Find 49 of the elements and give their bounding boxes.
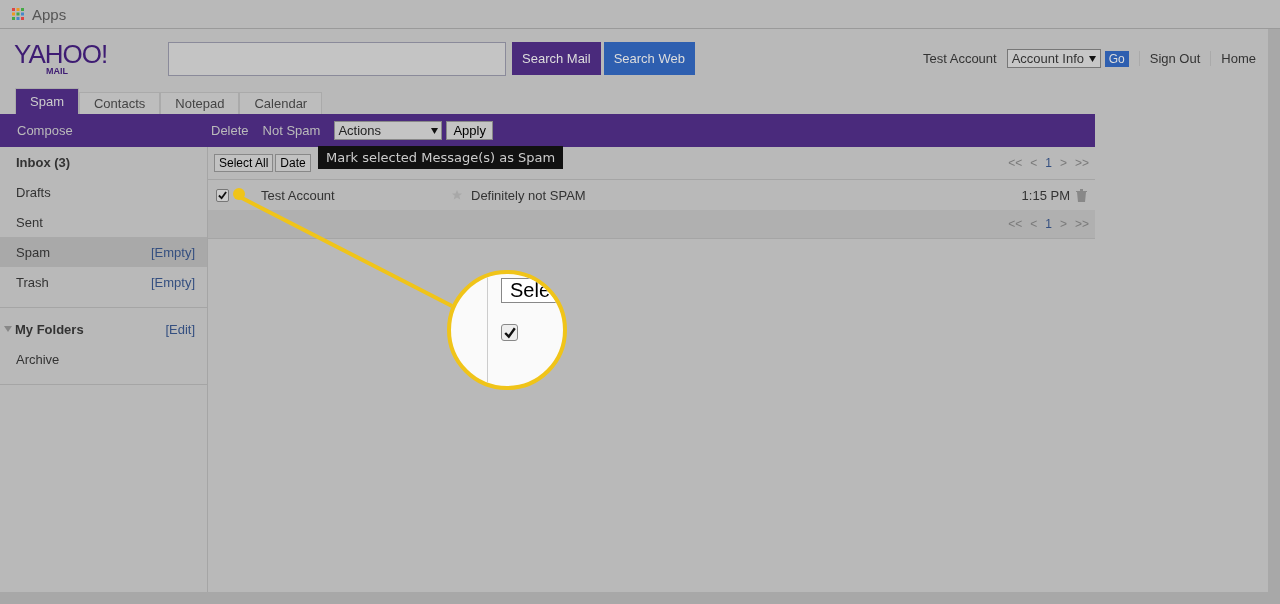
message-sender: Test Account (261, 187, 336, 203)
folder-item[interactable]: Inbox (3) (0, 147, 207, 177)
folder-item[interactable]: Sent (0, 207, 207, 237)
pager-link[interactable]: 1 (1045, 156, 1052, 170)
apply-button[interactable]: Apply (446, 121, 493, 140)
tab[interactable]: Calendar (239, 92, 323, 114)
message-subject: Definitely not SPAM (471, 187, 586, 203)
dropdown-arrow-icon (431, 127, 439, 134)
toolbar-action[interactable]: Not Spam (262, 123, 321, 138)
tab[interactable]: Contacts (78, 92, 161, 114)
toolbar-action[interactable]: Delete (211, 123, 249, 138)
apps-label[interactable]: Apps (32, 5, 67, 23)
empty-link[interactable]: [Empty] (150, 274, 195, 290)
apps-grid-icon[interactable] (12, 8, 24, 20)
checkbox[interactable] (216, 188, 229, 202)
header-link[interactable]: Home (1210, 51, 1256, 66)
compose-link[interactable]: Compose (0, 123, 211, 138)
folder-name: Sent (16, 214, 43, 230)
section-title: My Folders (15, 321, 84, 337)
folder-item[interactable]: Trash [Empty] (0, 267, 207, 297)
yahoo-mail-logo[interactable]: YAHOO! MAIL (14, 41, 168, 76)
actions-dropdown[interactable]: Actions (334, 121, 443, 140)
go-button[interactable]: Go (1104, 50, 1129, 67)
pager-link[interactable]: 1 (1045, 217, 1052, 231)
tab[interactable]: Spam (15, 88, 79, 114)
folder-name: Trash (16, 274, 49, 290)
search-field[interactable] (168, 41, 506, 76)
tab[interactable]: Notepad (160, 92, 240, 114)
vertical-scrollbar[interactable] (1268, 29, 1280, 592)
edit-link[interactable]: [Edit] (165, 321, 195, 337)
folder-name: Drafts (16, 184, 51, 200)
list-button[interactable]: Select All (214, 154, 274, 172)
search-button[interactable]: Search Web (603, 42, 695, 75)
search-button[interactable]: Search Mail (512, 42, 601, 75)
caret-icon[interactable] (4, 326, 12, 332)
trash-icon[interactable] (1076, 188, 1087, 202)
empty-link[interactable]: [Empty] (150, 244, 195, 260)
folder-item[interactable]: Archive (0, 344, 207, 374)
tooltip: Mark selected Message(s) as Spam (318, 146, 564, 169)
folder-item[interactable]: Spam [Empty] (0, 237, 207, 267)
header-link[interactable]: Sign Out (1138, 51, 1201, 66)
folder-item[interactable]: Drafts (0, 177, 207, 207)
folder-name: Spam (16, 244, 50, 260)
dropdown-arrow-icon (1088, 55, 1096, 62)
account-info-dropdown[interactable]: Account Info (1006, 49, 1101, 68)
message-time: 1:15 PM (1021, 187, 1070, 203)
folder-name: Inbox (3) (16, 154, 71, 170)
list-button[interactable]: Date (275, 154, 311, 172)
account-name: Test Account (923, 51, 997, 66)
